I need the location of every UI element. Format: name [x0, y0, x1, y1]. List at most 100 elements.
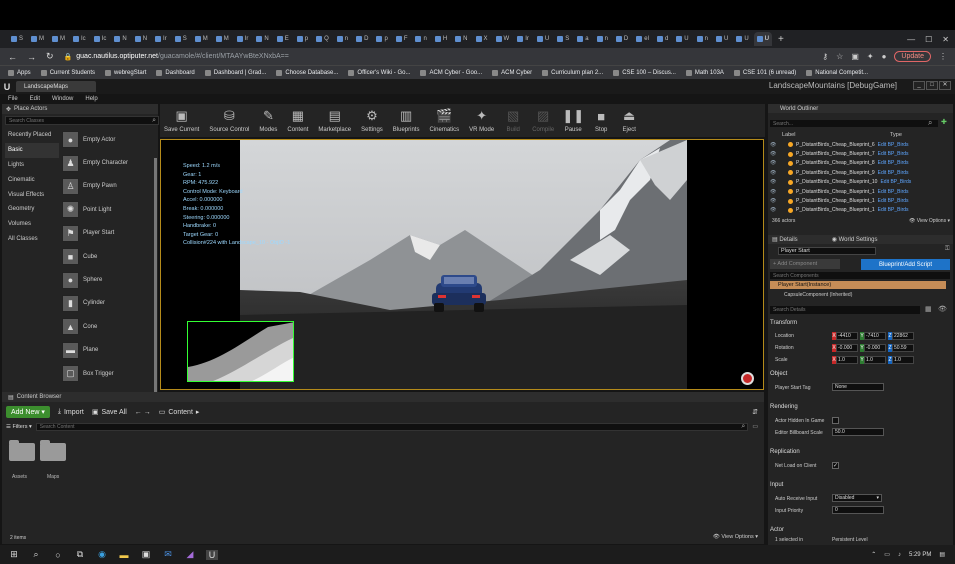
kebab-menu-icon[interactable]: ⋮ — [939, 52, 947, 61]
menu-window[interactable]: Window — [52, 96, 73, 102]
input-priority-field[interactable]: 0 — [832, 506, 884, 514]
column-label[interactable]: Label — [770, 132, 890, 139]
toolbar-button[interactable]: ❚❚ Pause — [562, 104, 584, 133]
rotation-y-field[interactable]: -0.000 — [864, 344, 886, 352]
toolbar-button[interactable]: ▣ Save Current — [164, 104, 199, 133]
outliner-row[interactable]: 👁 P_DistantBirds_Cheap_Blueprint_8 Edit BP… — [770, 159, 946, 168]
property-matrix-icon[interactable]: ▦ — [925, 305, 932, 313]
place-actor-item[interactable]: ■ Cube — [62, 245, 154, 268]
browser-tab[interactable]: Ic — [70, 32, 89, 46]
new-tab-button[interactable]: + — [778, 34, 784, 45]
tray-chevron-icon[interactable]: ⌃ — [871, 551, 876, 558]
notifications-icon[interactable]: ▤ — [939, 551, 945, 558]
outliner-row[interactable]: 👁 P_DistantBirds_Cheap_Blueprint_10 Edit B… — [770, 178, 946, 187]
browser-tab[interactable]: X — [473, 32, 491, 46]
clock[interactable]: 5:29 PM — [909, 552, 931, 558]
minimize-icon[interactable]: — — [907, 35, 915, 44]
search-components-input[interactable]: Search Components — [770, 272, 950, 279]
store-icon[interactable]: ▣ — [140, 549, 152, 560]
outliner-row[interactable]: 👁 P_DistantBirds_Cheap_Blueprint_7 Edit BP… — [770, 149, 946, 158]
bookmark-item[interactable]: Curriculum plan 2... — [542, 69, 603, 76]
place-actor-item[interactable]: ▮ Cylinder — [62, 292, 154, 315]
filters-button[interactable]: ☰ Filters ▾ — [6, 424, 32, 430]
browser-tab[interactable]: D — [353, 32, 371, 46]
maximize-icon[interactable]: ☐ — [925, 35, 932, 44]
visual-studio-icon[interactable]: ◢ — [184, 549, 196, 560]
unreal-taskbar-icon[interactable]: U — [206, 549, 218, 560]
toolbar-button[interactable]: ■ Stop — [592, 104, 610, 134]
place-actor-item[interactable]: ✺ Point Light — [62, 198, 154, 221]
windows-start-icon[interactable]: ⊞ — [8, 549, 20, 560]
rotation-z-field[interactable]: 50.59 — [892, 344, 914, 352]
browser-tab[interactable]: S — [172, 32, 190, 46]
section-replication[interactable]: Replication — [770, 449, 800, 455]
bookmark-item[interactable]: Dashboard | Grad... — [204, 69, 266, 76]
player-start-tag-field[interactable]: None — [832, 383, 884, 391]
section-actor[interactable]: Actor — [770, 527, 784, 533]
add-filter-icon[interactable]: ✚ — [941, 118, 947, 126]
world-outliner-search[interactable]: Search... — [770, 120, 938, 127]
browser-tab[interactable]: N — [132, 32, 150, 46]
place-actor-item[interactable]: ♙ Empty Pawn — [62, 175, 154, 198]
browser-tab[interactable]: U — [753, 32, 772, 46]
actor-name-field[interactable]: Player Start — [778, 247, 876, 255]
browser-tab[interactable]: n — [694, 32, 711, 46]
location-z-field[interactable]: 22862 — [892, 332, 914, 340]
bookmark-item[interactable]: Officer's Wiki - Go... — [348, 69, 410, 76]
bookmark-item[interactable]: webregStart — [105, 69, 146, 76]
outliner-row-type-link[interactable]: Edit BP_Birds — [878, 160, 909, 166]
place-actor-item[interactable]: ♟ Empty Character — [62, 151, 154, 174]
reload-icon[interactable]: ↻ — [46, 51, 54, 62]
component-inherited-row[interactable]: CapsuleComponent (Inherited) — [784, 292, 852, 298]
toolbar-button[interactable]: ⏏ Eject — [620, 104, 638, 133]
actor-hidden-checkbox[interactable] — [832, 417, 839, 424]
toolbar-button[interactable]: ⛁ Source Control — [209, 104, 249, 133]
browser-tab[interactable]: U — [733, 32, 751, 46]
editor-minimize-icon[interactable]: _ — [913, 81, 925, 90]
volume-icon[interactable]: ♪ — [898, 552, 901, 558]
browser-tab[interactable]: U — [673, 32, 691, 46]
browser-tab[interactable]: p — [373, 32, 390, 46]
browser-tab[interactable]: M — [213, 32, 232, 46]
toolbar-button[interactable]: ▦ Content — [287, 104, 308, 133]
browser-tab[interactable]: Ir — [514, 32, 532, 46]
editor-close-icon[interactable]: ✕ — [939, 81, 951, 90]
category-item[interactable]: Cinematic — [5, 172, 59, 187]
search-content-input[interactable]: Search Content ⌕ — [35, 422, 749, 431]
outliner-row[interactable]: 👁 P_DistantBirds_Cheap_Blueprint_9 Edit BP… — [770, 168, 946, 177]
outliner-row[interactable]: 👁 P_DistantBirds_Cheap_Blueprint_6 Edit BP… — [770, 140, 946, 149]
update-button[interactable]: Update — [894, 51, 931, 62]
file-explorer-icon[interactable]: ▬ — [118, 550, 130, 560]
close-icon[interactable]: ✕ — [942, 35, 949, 44]
browser-tab[interactable]: N — [111, 32, 129, 46]
place-actor-item[interactable]: ● Sphere — [62, 268, 154, 291]
toolbar-button[interactable]: ▤ Marketplace — [318, 104, 351, 133]
bookmark-item[interactable]: CSE 101 (6 unread) — [733, 69, 796, 76]
add-component-button[interactable]: + Add Component — [770, 259, 840, 269]
menu-edit[interactable]: Edit — [30, 96, 40, 102]
toolbar-button[interactable]: 🎬 Cinematics — [429, 104, 459, 133]
task-view-icon[interactable]: ⧉ — [74, 549, 86, 560]
blueprint-add-script-button[interactable]: Blueprint/Add Script — [861, 259, 950, 270]
place-actors-scrollbar[interactable] — [154, 158, 157, 394]
content-path-breadcrumb[interactable]: ▭ Content ▸ — [159, 408, 200, 417]
category-item[interactable]: Recently Placed — [5, 128, 59, 143]
map-tab[interactable]: LandscapeMaps — [16, 81, 96, 92]
toolbar-button[interactable]: ⚙ Settings — [361, 104, 383, 133]
location-x-field[interactable]: -4410 — [836, 332, 858, 340]
section-object[interactable]: Object — [770, 371, 787, 377]
bookmark-item[interactable]: Dashboard — [156, 69, 195, 76]
history-back-icon[interactable]: ← — [135, 409, 142, 416]
visibility-eye-icon[interactable]: 👁 — [770, 189, 788, 195]
visibility-eye-icon[interactable]: 👁 — [770, 170, 788, 176]
component-instance-row[interactable]: Player Start(Instance) — [770, 281, 946, 289]
place-actor-item[interactable]: ▬ Plane — [62, 339, 154, 362]
game-viewport[interactable]: Speed: 1.2 m/s Gear: 1 RPM: 475.922 Control… — [160, 139, 764, 390]
outliner-row[interactable]: 👁 P_DistantBirds_Cheap_Blueprint_1 Edit BP… — [770, 206, 946, 215]
place-actor-item[interactable]: ⚑ Player Start — [62, 222, 154, 245]
browser-tab[interactable]: E — [274, 32, 292, 46]
visibility-eye-icon[interactable]: 👁 — [770, 179, 788, 185]
browser-tab[interactable]: Ir — [152, 32, 170, 46]
toolbar-button[interactable]: ✎ Modes — [259, 104, 277, 133]
profile-icon[interactable]: ● — [882, 52, 887, 61]
